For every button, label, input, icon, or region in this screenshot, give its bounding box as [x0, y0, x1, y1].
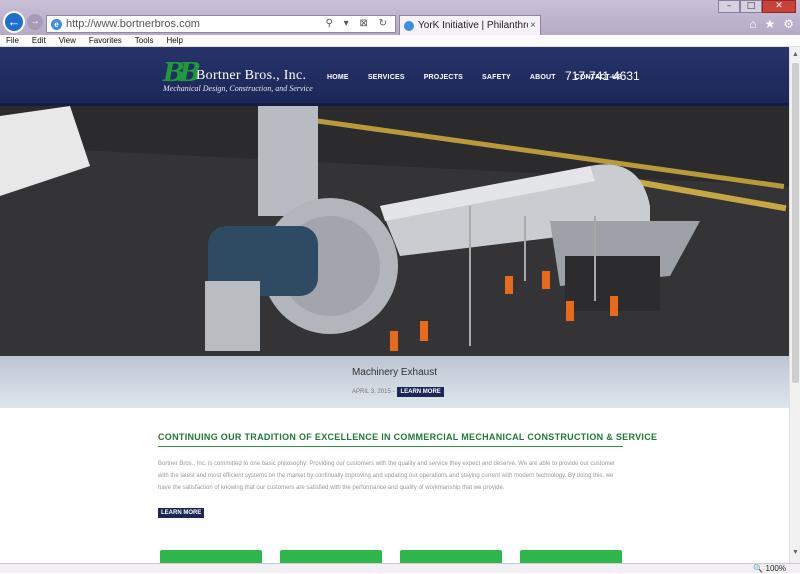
phone-number[interactable]: 717-741-4631	[565, 69, 640, 83]
hero-caption-meta: APRIL 3, 2015 - LEARN MORE	[352, 387, 444, 397]
menu-tools[interactable]: Tools	[135, 35, 154, 46]
nav-safety[interactable]: SAFETY	[482, 74, 511, 81]
minimize-icon[interactable]: –	[718, 0, 740, 13]
scroll-up-icon[interactable]: ▲	[791, 51, 800, 61]
hero-caption-title: Machinery Exhaust	[351, 367, 438, 378]
forward-arrow-icon[interactable]: →	[27, 14, 43, 30]
menu-favorites[interactable]: Favorites	[89, 35, 122, 46]
site-favicon-icon: e	[51, 18, 62, 30]
url-text[interactable]: http://www.bortnerbros.com	[66, 18, 200, 30]
zoom-value: 100%	[765, 564, 786, 573]
feature-tabs	[160, 550, 640, 563]
menu-help[interactable]: Help	[166, 35, 182, 46]
home-icon[interactable]: ⌂	[749, 17, 756, 31]
menu-bar: File Edit View Favorites Tools Help	[0, 35, 800, 47]
scroll-down-icon[interactable]: ▼	[791, 549, 800, 559]
logo-name: Bortner Bros., Inc.	[196, 68, 307, 83]
feature-tab[interactable]	[160, 550, 262, 563]
nav-services[interactable]: SERVICES	[368, 74, 405, 81]
browser-title-bar: – □ ✕ ← → e http://www.bortnerbros.com ⚲…	[0, 0, 800, 35]
page-viewport: BB Bortner Bros., Inc. Mechanical Design…	[0, 47, 789, 563]
logo-tagline: Mechanical Design, Construction, and Ser…	[163, 84, 313, 93]
hero-caption: Machinery Exhaust APRIL 3, 2015 - LEARN …	[0, 356, 789, 408]
menu-view[interactable]: View	[59, 35, 76, 46]
maximize-icon[interactable]: □	[740, 0, 762, 13]
address-bar[interactable]: e http://www.bortnerbros.com ⚲ ▾ ⊠ ↻	[46, 15, 396, 33]
menu-file[interactable]: File	[6, 35, 19, 46]
menu-edit[interactable]: Edit	[32, 35, 46, 46]
intro-body: Bortner Bros., Inc. is committed to one …	[158, 461, 616, 491]
feature-tab[interactable]	[280, 550, 382, 563]
nav-projects[interactable]: PROJECTS	[424, 74, 463, 81]
site-header: BB Bortner Bros., Inc. Mechanical Design…	[0, 47, 789, 106]
favorites-star-icon[interactable]: ★	[764, 17, 775, 31]
intro-section: CONTINUING OUR TRADITION OF EXCELLENCE I…	[158, 432, 657, 518]
intro-learn-more-button[interactable]: LEARN MORE	[158, 508, 205, 518]
hero-caption-date: APRIL 3, 2015 -	[352, 389, 395, 395]
tab-title: YorK Initiative | Philanthrop...	[418, 20, 528, 31]
address-tools-icon[interactable]: ⚲ ▾ ⊠ ↻	[326, 18, 391, 29]
tab-close-icon[interactable]: ×	[530, 20, 536, 31]
browser-tool-icons: ⌂ ★ ⚙	[749, 17, 794, 31]
browser-tab[interactable]: YorK Initiative | Philanthrop... ×	[399, 15, 541, 35]
settings-gear-icon[interactable]: ⚙	[783, 17, 794, 31]
intro-heading: CONTINUING OUR TRADITION OF EXCELLENCE I…	[158, 432, 657, 447]
hero-image	[0, 106, 789, 356]
window-controls: – □ ✕	[718, 0, 796, 13]
hero-photo-illustration	[0, 106, 789, 356]
feature-tab[interactable]	[400, 550, 502, 563]
hero-learn-more-button[interactable]: LEARN MORE	[397, 387, 444, 397]
nav-about[interactable]: ABOUT	[530, 74, 556, 81]
feature-tab[interactable]	[520, 550, 622, 563]
tab-favicon-icon	[404, 20, 414, 31]
nav-home[interactable]: HOME	[327, 74, 349, 81]
status-bar: 🔍 100%	[0, 563, 800, 573]
back-arrow-icon[interactable]: ←	[3, 11, 25, 33]
close-window-icon[interactable]: ✕	[762, 0, 796, 13]
vertical-scrollbar[interactable]: ▲ ▼	[789, 47, 800, 563]
scroll-thumb[interactable]	[792, 63, 799, 383]
